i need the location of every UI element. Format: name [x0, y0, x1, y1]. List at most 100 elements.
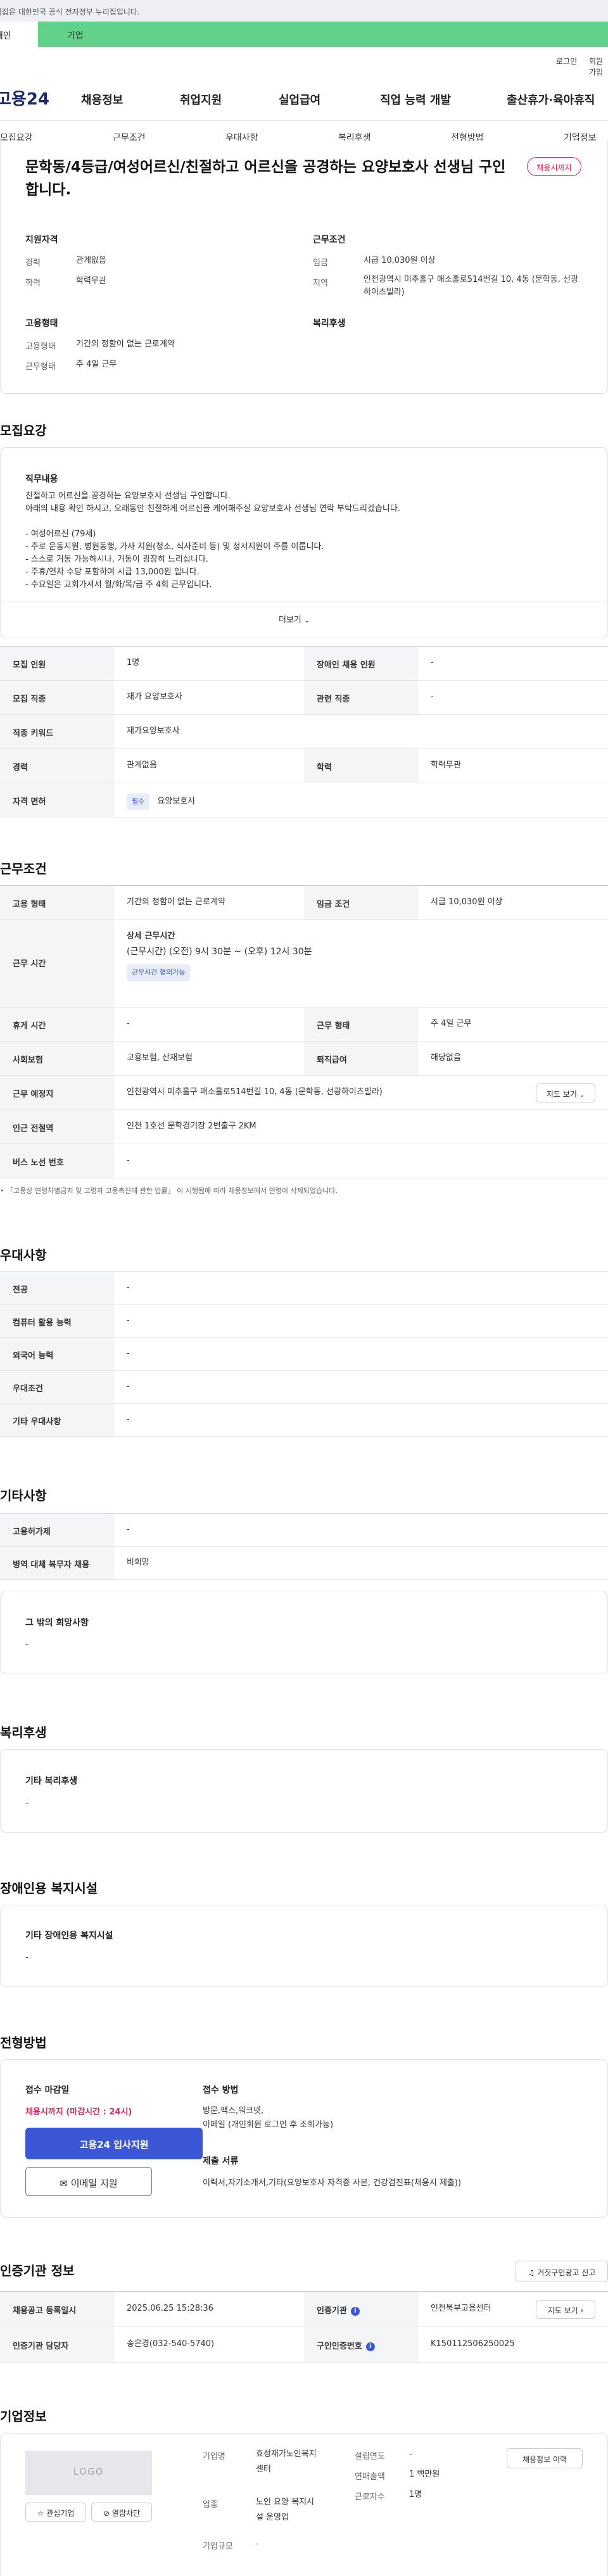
- td-emp-type: 기간의 정함이 없는 근로계약: [127, 897, 225, 907]
- th-language: 외국어 능력: [13, 1351, 54, 1361]
- td-education: 학력무관: [431, 761, 461, 770]
- qual-label-edu: 학력: [25, 279, 41, 288]
- gnb-item-vocational-training[interactable]: 직업 능력 개발: [380, 91, 451, 108]
- other-wishes-title: 그 밖의 희망사항: [25, 1618, 89, 1628]
- table-row: 직종 키워드 재가요양보호사: [0, 715, 608, 749]
- th-cert-number: 구인인증번호 i: [317, 2339, 375, 2351]
- other-wishes-card: [0, 1591, 608, 1674]
- apply-button[interactable]: 고용24 입사지원: [25, 2128, 203, 2159]
- th-military: 병역 대체 복무자 채용: [13, 1560, 90, 1570]
- th-career: 경력: [13, 763, 28, 773]
- table-row: 채용공고 등록일시 2025.06.25 15:28:36 인증기관 i 인천북부…: [0, 2292, 608, 2327]
- td-wage: 시급 10,030원 이상: [431, 897, 503, 907]
- th-agency-manager: 인증기관 담당자: [13, 2342, 69, 2351]
- duty-line: 친절하고 어르신을 공경하는 요양보호사 선생님 구인합니다.: [25, 491, 231, 501]
- cond-value-region: 인천광역시 미추홀구 매소홀로514번길 10, 4동 (문학동, 선광하이츠빌…: [364, 275, 578, 297]
- job-posting-page: 이 누리집은 대한민국 공식 전자정부 누리집입니다. 개인 기업 로그인 회원…: [0, 0, 608, 2576]
- disability-card: [0, 1905, 608, 1987]
- qual-label-career: 경력: [25, 258, 41, 268]
- tab-personal[interactable]: 개인: [0, 22, 38, 47]
- work-hours-value: (근무시간) (오전) 9시 30분 ~ (오후) 12시 30분: [127, 947, 312, 957]
- table-row: 병역 대체 복무자 채용 비희망: [0, 1547, 608, 1580]
- job-history-button[interactable]: 채용정보 이력: [507, 2448, 583, 2468]
- report-fake-ad-label: 거짓구인광고 신고: [537, 2268, 596, 2277]
- chevron-right-icon: ›: [580, 2306, 584, 2315]
- chevron-down-icon: ⌄: [579, 1092, 585, 1099]
- duty-line: [25, 515, 583, 528]
- report-fake-ad-button[interactable]: ♫ 거짓구인광고 신고: [516, 2261, 608, 2282]
- qual-title: 지원자격: [25, 235, 58, 245]
- gnb-item-employment-support[interactable]: 취업지원: [180, 91, 222, 108]
- info-icon[interactable]: i: [365, 2342, 375, 2351]
- welfare-heading: 복리후생: [0, 1725, 47, 1740]
- td-keyword: 재가요양보호사: [127, 726, 180, 736]
- table-row: 근무 예정지 인천광역시 미추홀구 매소홀로514번길 10, 4동 (문학동,…: [0, 1076, 608, 1110]
- deadline-badge: 채용시까지: [527, 157, 581, 176]
- td-cert-agency: 인천북부고용센터: [431, 2304, 491, 2313]
- docs-value: 이력서,자기소개서,기타(요양보호사 자격증 사본, 건강검진표(채용시 제출)…: [203, 2178, 462, 2188]
- disability-card-title: 기타 장애인용 복지시설: [25, 1931, 113, 1941]
- age-note: • 「고용상 연령차별금지 및 고령자 고용촉진에 관한 법률」 이 시행됨에 …: [0, 1185, 338, 1196]
- company-size-label: 기업규모: [203, 2542, 233, 2551]
- th-education: 학력: [317, 763, 332, 773]
- sales-label: 연매출액: [355, 2472, 385, 2482]
- block-view-label: 열람차단: [111, 2509, 141, 2518]
- favorite-company-button[interactable]: ☆ 관심기업: [25, 2503, 86, 2522]
- tab-company[interactable]: 기업: [38, 22, 608, 47]
- company-name-label: 기업명: [203, 2452, 225, 2461]
- table-row: 고용 형태 기간의 정함이 없는 근로계약 임금 조건 시급 10,030원 이…: [0, 886, 608, 920]
- site-logo[interactable]: 고용24: [0, 86, 49, 110]
- industry-value-1: 노인 요양 복지시: [256, 2497, 314, 2507]
- th-emp-type: 고용 형태: [13, 900, 46, 909]
- email-apply-button[interactable]: ✉ 이메일 지원: [25, 2167, 152, 2196]
- welfare-title: 복리후생: [313, 319, 346, 329]
- login-link[interactable]: 로그인: [556, 56, 577, 66]
- table-row: 버스 노선 번호 -: [0, 1144, 608, 1178]
- td-reg-date: 2025.06.25 15:28:36: [127, 2304, 213, 2313]
- td-career: 관계없음: [127, 761, 157, 770]
- td-military: 비희망: [127, 1558, 149, 1567]
- th-work-hours: 근무 시간: [13, 959, 46, 969]
- employees-value: 1명: [409, 2490, 422, 2499]
- th-cert-agency-label: 인증기관: [317, 2306, 347, 2316]
- welfare-card-title: 기타 복리후생: [25, 1776, 78, 1786]
- map-view-button[interactable]: 지도 보기 ⌄: [536, 1083, 595, 1102]
- table-row: 경력 관계없음 학력 학력무관: [0, 749, 608, 783]
- more-button-label: 더보기: [279, 616, 301, 625]
- th-related-occupation: 관련 직종: [317, 695, 350, 704]
- join-link[interactable]: 회원가입: [589, 56, 608, 77]
- gnb-item-parental-leave[interactable]: 출산휴가·육아휴직: [507, 91, 595, 108]
- th-work-permit: 고용허가제: [13, 1527, 51, 1537]
- star-icon: ☆: [37, 2509, 44, 2518]
- age-note-text: 「고용상 연령차별금지 및 고령자 고용촉진에 관한 법률」 이 시행됨에 따라…: [6, 1187, 338, 1195]
- company-name-value-2: 센터: [256, 2465, 271, 2474]
- docs-title: 제출 서류: [203, 2156, 239, 2166]
- info-icon[interactable]: i: [350, 2306, 360, 2316]
- work-heading: 근무조건: [0, 861, 47, 876]
- td-work-permit: -: [127, 1525, 130, 1534]
- disability-card-value: -: [25, 1953, 28, 1962]
- block-view-button[interactable]: ⊘ 열람차단: [91, 2503, 152, 2522]
- cond-value-wage: 시급 10,030원 이상: [364, 256, 436, 265]
- th-break: 휴게 시간: [13, 1021, 46, 1031]
- agency-map-button[interactable]: 지도 보기 ›: [536, 2300, 595, 2319]
- qual-value-edu: 학력무관: [76, 276, 106, 286]
- more-button[interactable]: 더보기 ⌄: [279, 613, 310, 625]
- gnb-item-jobs[interactable]: 채용정보: [81, 91, 123, 108]
- th-major: 전공: [13, 1285, 28, 1295]
- other-wishes-value: -: [25, 1640, 28, 1650]
- duty-line: - 주로 운동지원, 병원동행, 가사 지원(청소, 식사준비 등) 및 정서지…: [25, 542, 324, 552]
- qual-value-career: 관계없음: [76, 256, 106, 265]
- td-major: -: [127, 1283, 130, 1292]
- agency-heading: 인증기관 정보: [0, 2263, 75, 2278]
- method-value-1: 방문,팩스,워크넷,: [203, 2106, 264, 2116]
- th-computer: 컴퓨터 활용 능력: [13, 1318, 72, 1328]
- cond-label-wage: 임금: [313, 258, 328, 268]
- gnb-item-unemployment-benefit[interactable]: 실업급여: [279, 91, 320, 108]
- duty-line: - 주휴/연차 수당 포함하여 시급 13,000원 입니다.: [25, 567, 200, 577]
- gov-banner-text: 이 누리집은 대한민국 공식 전자정부 누리집입니다.: [0, 8, 140, 16]
- th-wage: 임금 조건: [317, 900, 350, 909]
- table-row: 고용허가제 -: [0, 1514, 608, 1547]
- table-row: 기타 우대사항 -: [0, 1404, 608, 1437]
- duty-content: 친절하고 어르신을 공경하는 요양보호사 선생님 구인합니다. 아래의 내용 확…: [25, 490, 583, 591]
